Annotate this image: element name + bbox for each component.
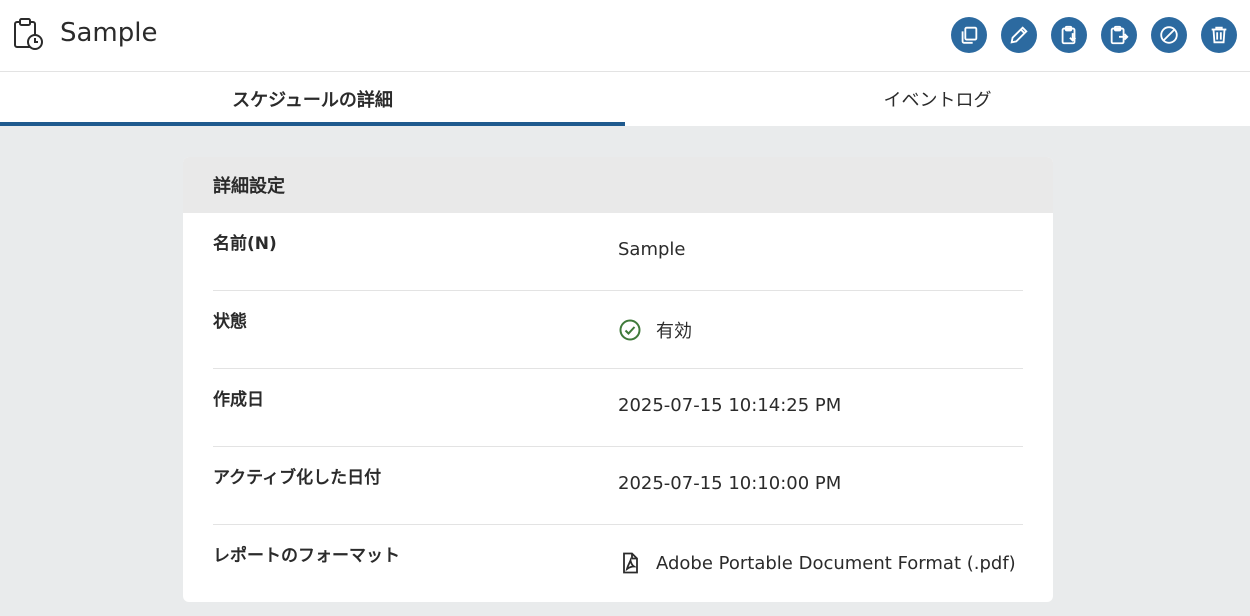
export-button[interactable] [1101, 17, 1137, 53]
clipboard-import-icon [1061, 25, 1077, 45]
tab-event-log[interactable]: イベントログ [625, 72, 1250, 126]
detail-row-name: 名前(N) Sample [213, 213, 1023, 291]
tab-bar: スケジュールの詳細 イベントログ [0, 72, 1250, 126]
name-value: Sample [618, 239, 686, 260]
clipboard-clock-icon [14, 18, 43, 50]
details-list: 名前(N) Sample 状態 有効 作成日 2025-07-15 10:14:… [183, 213, 1053, 602]
copy-icon [961, 26, 978, 44]
detail-value: 2025-07-15 10:10:00 PM [618, 473, 841, 494]
details-card: 詳細設定 名前(N) Sample 状態 有効 作成日 2025-07-15 1… [183, 157, 1053, 602]
clipboard-export-icon [1110, 25, 1129, 45]
detail-row-activated: アクティブ化した日付 2025-07-15 10:10:00 PM [213, 447, 1023, 525]
status-value: 有効 [656, 321, 692, 342]
trash-icon [1211, 26, 1227, 44]
activated-date-value: 2025-07-15 10:10:00 PM [618, 473, 842, 494]
import-button[interactable] [1051, 17, 1087, 53]
detail-row-report-format: レポートのフォーマット Adobe Portable Document Form… [213, 525, 1023, 602]
action-toolbar [951, 17, 1237, 53]
detail-value: Adobe Portable Document Format (.pdf) [618, 551, 1016, 575]
card-title: 詳細設定 [183, 157, 1053, 213]
copy-button[interactable] [951, 17, 987, 53]
detail-label: 作成日 [213, 390, 264, 410]
disable-icon [1160, 26, 1178, 44]
detail-row-status: 状態 有効 [213, 291, 1023, 369]
report-format-value: Adobe Portable Document Format (.pdf) [656, 552, 1016, 574]
detail-label: 名前(N) [213, 234, 277, 254]
pdf-file-icon [623, 552, 638, 574]
detail-value: 有効 [618, 317, 692, 343]
detail-row-created: 作成日 2025-07-15 10:14:25 PM [213, 369, 1023, 447]
top-bar: Sample [0, 0, 1250, 72]
edit-icon [1010, 26, 1028, 44]
check-circle-icon [619, 319, 641, 341]
delete-button[interactable] [1201, 17, 1237, 53]
detail-label: アクティブ化した日付 [213, 468, 382, 488]
detail-label: 状態 [213, 312, 247, 332]
disable-button[interactable] [1151, 17, 1187, 53]
detail-value: 2025-07-15 10:14:25 PM [618, 395, 841, 416]
edit-button[interactable] [1001, 17, 1037, 53]
detail-label: レポートのフォーマット [213, 546, 400, 566]
created-date-value: 2025-07-15 10:14:25 PM [618, 395, 842, 416]
page-title: Sample [60, 18, 158, 48]
tab-schedule-details[interactable]: スケジュールの詳細 [0, 72, 625, 126]
detail-value: Sample [618, 239, 686, 260]
